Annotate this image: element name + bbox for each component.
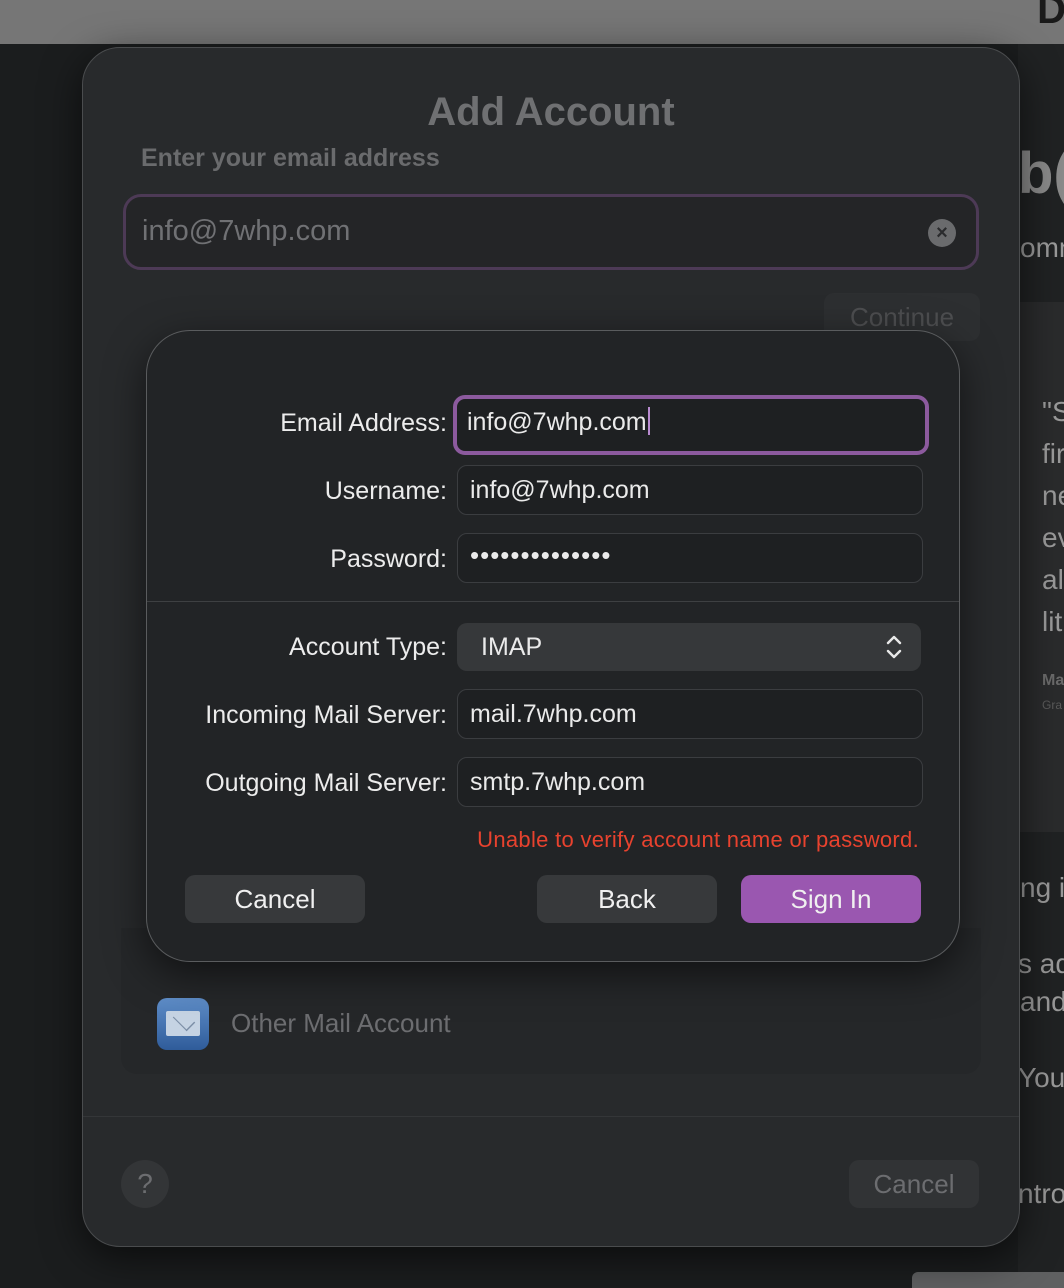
back-button[interactable]: Back <box>537 875 717 923</box>
background-quote-fragment: fir <box>1042 438 1064 469</box>
other-mail-account-option[interactable]: Other Mail Account <box>231 1008 451 1039</box>
dialog-divider <box>147 601 959 602</box>
sheet-title: Add Account <box>427 90 675 134</box>
background-author-fragment: Gra <box>1042 698 1063 712</box>
outgoing-server-value: smtp.7whp.com <box>470 768 646 796</box>
outgoing-server-label: Outgoing Mail Server: <box>205 769 447 797</box>
sign-in-button[interactable]: Sign In <box>741 875 921 923</box>
incoming-server-label: Incoming Mail Server: <box>205 701 447 729</box>
background-text-fragment: ng it <box>1020 872 1064 903</box>
background-text-fragment: ntro <box>1018 1178 1064 1209</box>
password-label: Password: <box>330 545 447 573</box>
username-label: Username: <box>324 477 447 505</box>
sheet-cancel-button[interactable]: Cancel <box>849 1160 979 1208</box>
cancel-button[interactable]: Cancel <box>185 875 365 923</box>
username-field[interactable]: info@7whp.com <box>457 465 923 515</box>
background-quote-fragment: lit <box>1042 606 1063 637</box>
background-text-fragment: You <box>1018 1062 1064 1093</box>
background-toolbar-text: D <box>1037 0 1064 32</box>
background-window-toolbar: D <box>0 0 1064 44</box>
background-quote-fragment: "S <box>1042 396 1064 427</box>
background-text-fragment: and <box>1020 986 1064 1017</box>
background-quote-fragment: ev <box>1042 522 1064 553</box>
background-text-fragment: s ad <box>1018 948 1064 979</box>
sheet-subtitle: Enter your email address <box>141 144 440 172</box>
help-button[interactable]: ? <box>121 1160 169 1208</box>
password-field[interactable]: •••••••••••••• <box>457 533 923 583</box>
incoming-server-value: mail.7whp.com <box>470 700 637 728</box>
email-address-label: Email Address: <box>280 409 447 437</box>
email-address-value: info@7whp.com <box>467 407 650 437</box>
background-text-fragment: omm <box>1020 232 1064 263</box>
email-address-field[interactable]: info@7whp.com <box>453 395 929 455</box>
account-type-value: IMAP <box>481 633 543 661</box>
password-value: •••••••••••••• <box>470 540 612 570</box>
background-author-fragment: Ma <box>1042 672 1064 689</box>
sheet-email-value: info@7whp.com <box>142 215 351 247</box>
text-caret <box>647 407 650 435</box>
background-bottom-bar <box>912 1272 1064 1288</box>
clear-icon[interactable]: × <box>928 219 956 247</box>
account-type-label: Account Type: <box>289 633 447 661</box>
verification-error-message: Unable to verify account name or passwor… <box>477 827 919 852</box>
background-quote-fragment: ne <box>1042 480 1064 511</box>
background-heading-fragment: b( <box>1018 141 1064 206</box>
account-type-select[interactable]: IMAP <box>457 623 921 671</box>
outgoing-server-field[interactable]: smtp.7whp.com <box>457 757 923 807</box>
sheet-footer-divider <box>83 1116 1019 1117</box>
account-details-dialog: Email Address: info@7whp.com Username: i… <box>146 330 960 962</box>
username-value: info@7whp.com <box>470 476 650 504</box>
up-down-chevron-icon <box>886 635 902 659</box>
incoming-server-field[interactable]: mail.7whp.com <box>457 689 923 739</box>
background-quote-fragment: al <box>1042 564 1064 595</box>
sheet-email-input[interactable]: info@7whp.com × <box>123 194 979 270</box>
mail-envelope-icon <box>157 998 209 1050</box>
